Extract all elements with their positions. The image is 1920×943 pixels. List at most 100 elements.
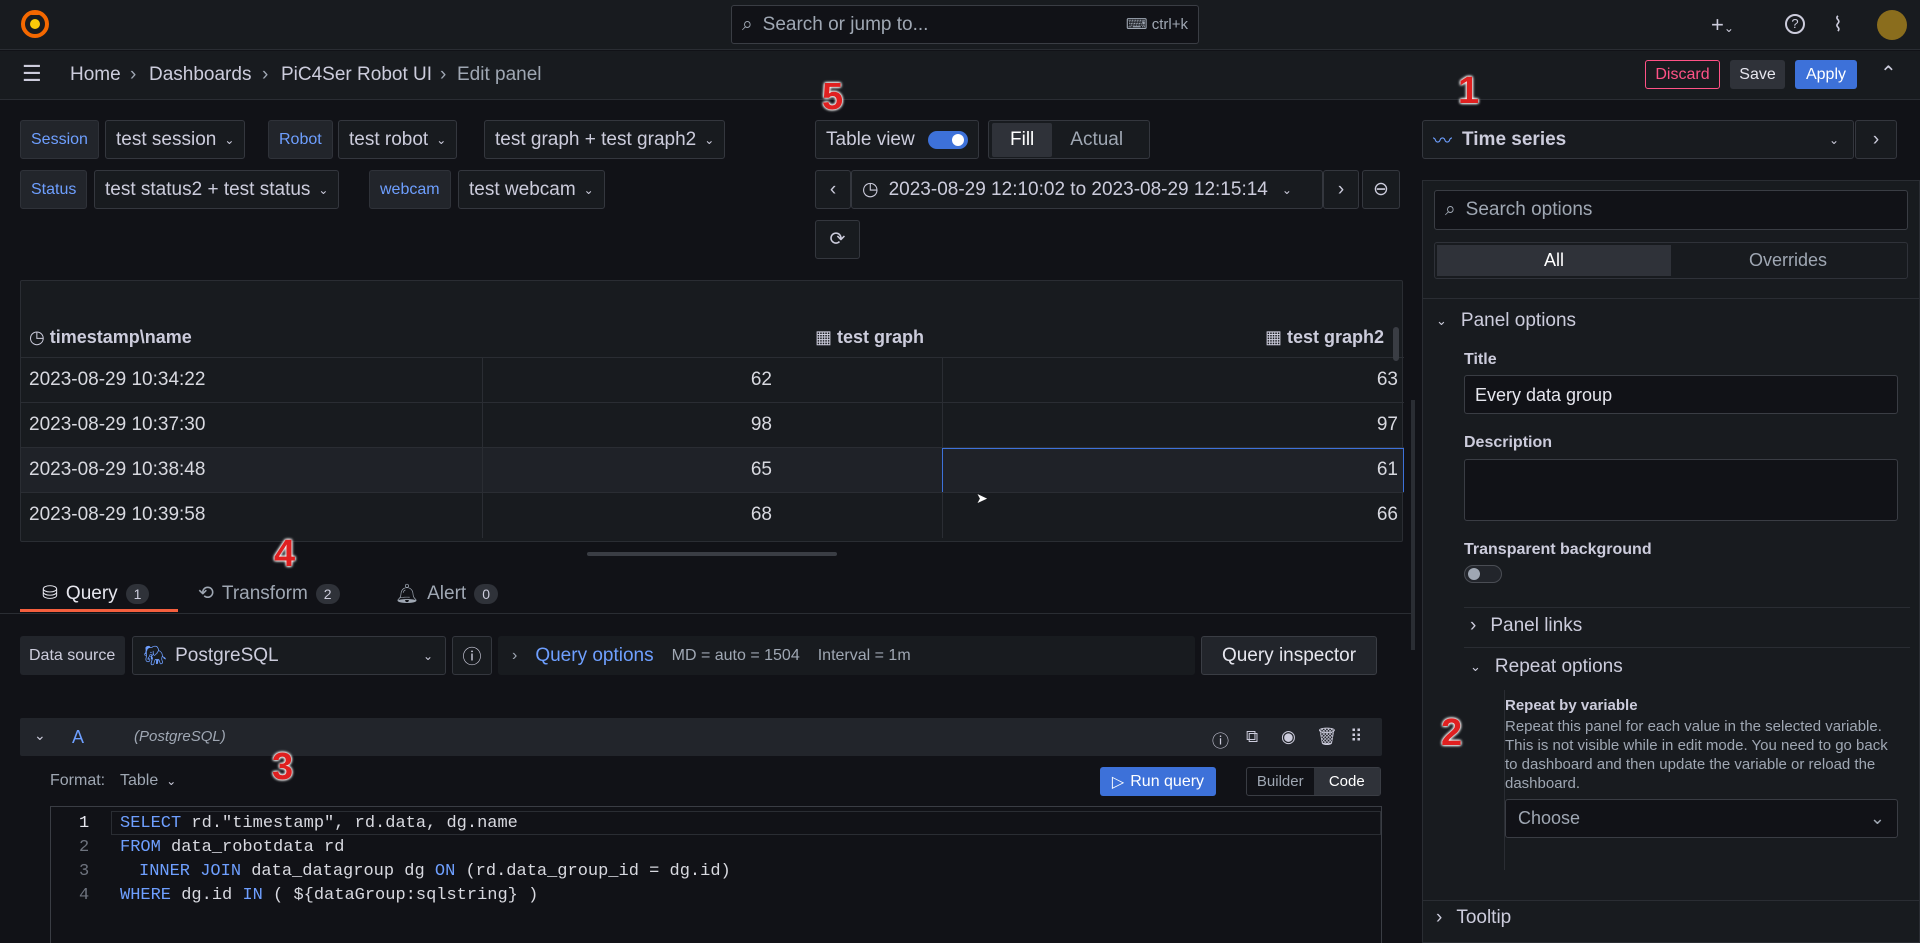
status-variable-select[interactable]: test status2 + test status ⌄ bbox=[94, 170, 340, 209]
chevron-down-icon[interactable]: ⌄ bbox=[34, 727, 46, 744]
table-view-toggle[interactable]: Table view bbox=[815, 120, 979, 159]
table-row[interactable]: 2023-08-29 10:38:48 65 61 bbox=[21, 447, 1404, 493]
description-textarea[interactable] bbox=[1464, 459, 1898, 521]
tab-query[interactable]: ⛁ Query 1 bbox=[42, 582, 150, 605]
query-ref-id[interactable]: A bbox=[72, 727, 84, 748]
annotation-1: 1 bbox=[1458, 70, 1480, 112]
help-icon[interactable]: ? bbox=[1785, 14, 1805, 34]
chevron-right-icon: › bbox=[512, 646, 518, 664]
play-icon: ▷ bbox=[1111, 773, 1125, 791]
webcam-variable-select[interactable]: test webcam ⌄ bbox=[458, 170, 605, 209]
search-input[interactable]: ⌕ Search or jump to... ⌨ ctrl+k bbox=[731, 5, 1199, 44]
splitter-handle[interactable] bbox=[1411, 400, 1415, 650]
time-range-picker[interactable]: ◷ 2023-08-29 12:10:02 to 2023-08-29 12:15… bbox=[851, 170, 1323, 209]
table-scrollbar[interactable] bbox=[1393, 327, 1399, 361]
panel-links-section[interactable]: › Panel links bbox=[1470, 615, 1582, 637]
code-mode[interactable]: Code bbox=[1313, 768, 1380, 795]
breadcrumb-dashboards[interactable]: Dashboards bbox=[149, 64, 251, 86]
breadcrumb-current: Edit panel bbox=[457, 64, 542, 85]
session-variable-label: Session bbox=[20, 120, 99, 159]
title-input[interactable]: Every data group bbox=[1464, 375, 1898, 414]
query-options-bar[interactable]: › Query options MD = auto = 1504 Interva… bbox=[498, 636, 1195, 675]
overrides-option[interactable]: Overrides bbox=[1671, 245, 1905, 276]
save-button[interactable]: Save bbox=[1730, 60, 1785, 89]
help-icon[interactable]: ⓘ bbox=[1212, 727, 1229, 752]
collapse-icon[interactable]: ⌃ bbox=[1880, 61, 1897, 86]
active-tab-indicator bbox=[20, 609, 178, 612]
panel-options-section[interactable]: ⌄ Panel options bbox=[1436, 310, 1576, 332]
chevron-right-icon: › bbox=[1470, 615, 1477, 636]
duplicate-icon[interactable]: ⧉ bbox=[1246, 727, 1258, 747]
tab-alert[interactable]: 🔔︎ Alert 0 bbox=[395, 582, 498, 606]
breadcrumb-home[interactable]: Home bbox=[70, 64, 121, 86]
splitter-handle[interactable] bbox=[587, 552, 837, 556]
search-icon: ⌕ bbox=[742, 13, 753, 35]
run-query-button[interactable]: ▷ Run query bbox=[1100, 767, 1216, 796]
tab-transform[interactable]: ⟲ Transform 2 bbox=[198, 582, 340, 605]
webcam-variable-label: webcam bbox=[369, 170, 451, 209]
query-inspector-button[interactable]: Query inspector bbox=[1201, 636, 1377, 675]
chevron-right-icon: › bbox=[1337, 178, 1345, 200]
timestamp-header[interactable]: ◷ timestamp\name bbox=[29, 327, 192, 348]
menu-icon[interactable]: ☰ bbox=[22, 63, 42, 85]
selected-cell[interactable] bbox=[942, 448, 1404, 493]
max-data-points: MD = auto = 1504 bbox=[671, 646, 800, 664]
chevron-down-icon: ⌄ bbox=[224, 132, 235, 147]
eye-icon[interactable]: ◉ bbox=[1281, 727, 1296, 747]
drag-handle-icon[interactable]: ⠿ bbox=[1350, 727, 1362, 747]
trash-icon[interactable]: 🗑︎ bbox=[1316, 727, 1338, 747]
discard-button[interactable]: Discard bbox=[1645, 60, 1720, 89]
breadcrumb-dashboard[interactable]: PiC4Ser Robot UI bbox=[281, 64, 432, 86]
actual-option[interactable]: Actual bbox=[1052, 123, 1141, 157]
query-options-link[interactable]: Query options bbox=[535, 645, 653, 667]
table-row[interactable]: 2023-08-29 10:39:58 68 66 bbox=[21, 492, 1404, 538]
fill-actual-switch: Fill Actual bbox=[988, 120, 1150, 159]
zoom-out-button[interactable]: ⊖ bbox=[1362, 170, 1400, 209]
test-graph-header[interactable]: ▦ test graph bbox=[815, 327, 924, 348]
options-search-input[interactable]: ⌕ Search options bbox=[1434, 190, 1908, 230]
time-forward-button[interactable]: › bbox=[1323, 170, 1359, 209]
options-pane: 〰 Time series ⌄ › ⌕ Search options All Ov… bbox=[1422, 100, 1920, 943]
chevron-down-icon: ⌄ bbox=[1869, 808, 1885, 828]
apply-button[interactable]: Apply bbox=[1795, 60, 1857, 89]
grafana-logo[interactable] bbox=[20, 9, 50, 39]
all-option[interactable]: All bbox=[1437, 245, 1671, 276]
add-menu-button[interactable]: +⌄ bbox=[1711, 12, 1734, 38]
repeat-variable-select[interactable]: Choose ⌄ bbox=[1505, 799, 1898, 838]
editor-mode-switch: Builder Code bbox=[1246, 767, 1381, 796]
session-variable-select[interactable]: test session ⌄ bbox=[105, 120, 246, 159]
toggle-switch[interactable] bbox=[928, 131, 968, 149]
rss-icon[interactable]: ⌇ bbox=[1833, 12, 1843, 37]
transparent-background-toggle[interactable] bbox=[1464, 565, 1502, 583]
chevron-down-icon: ⌄ bbox=[436, 132, 447, 147]
repeat-options-section[interactable]: ⌄ Repeat options bbox=[1470, 656, 1623, 678]
time-back-button[interactable]: ‹ bbox=[815, 170, 851, 209]
visualization-picker[interactable]: 〰 Time series ⌄ bbox=[1422, 120, 1854, 159]
fill-option[interactable]: Fill bbox=[992, 122, 1053, 157]
table-row[interactable]: 2023-08-29 10:34:22 62 63 bbox=[21, 357, 1404, 403]
builder-mode[interactable]: Builder bbox=[1247, 768, 1314, 795]
tooltip-section[interactable]: › Tooltip bbox=[1436, 907, 1511, 929]
chevron-down-icon: ⌄ bbox=[422, 648, 433, 663]
annotation-3: 3 bbox=[272, 746, 294, 788]
graph-variable-select[interactable]: test graph + test graph2 ⌄ bbox=[484, 120, 726, 159]
format-select[interactable]: Table ⌄ bbox=[120, 772, 176, 790]
collapse-options-button[interactable]: › bbox=[1855, 120, 1897, 159]
sql-editor[interactable]: 1 2 3 4 SELECT rd."timestamp", rd.data, … bbox=[50, 806, 1382, 943]
datasource-picker[interactable]: 🐘︎ PostgreSQL ⌄ bbox=[132, 636, 446, 675]
robot-variable-select[interactable]: test robot ⌄ bbox=[338, 120, 458, 159]
table-row[interactable]: 2023-08-29 10:37:30 98 97 bbox=[21, 402, 1404, 448]
repeat-help-text: Repeat this panel for each value in the … bbox=[1505, 718, 1888, 792]
format-label: Format: bbox=[50, 772, 106, 789]
refresh-button[interactable]: ⟳ bbox=[815, 220, 860, 259]
sql-line: INNER JOIN data_datagroup dg ON (rd.data… bbox=[139, 862, 731, 881]
avatar[interactable] bbox=[1877, 10, 1907, 40]
datasource-help-button[interactable]: ⓘ bbox=[452, 636, 492, 675]
status-variable-label: Status bbox=[20, 170, 88, 209]
test-graph2-header[interactable]: ▦ test graph2 bbox=[1265, 327, 1384, 348]
table-panel: ◷ timestamp\name ▦ test graph ▦ test gra… bbox=[20, 280, 1404, 542]
interval-value: Interval = 1m bbox=[817, 646, 911, 664]
chevron-left-icon: ‹ bbox=[829, 178, 837, 200]
sql-line: FROM data_robotdata rd bbox=[120, 838, 345, 857]
options-filter-switch: All Overrides bbox=[1434, 242, 1908, 279]
